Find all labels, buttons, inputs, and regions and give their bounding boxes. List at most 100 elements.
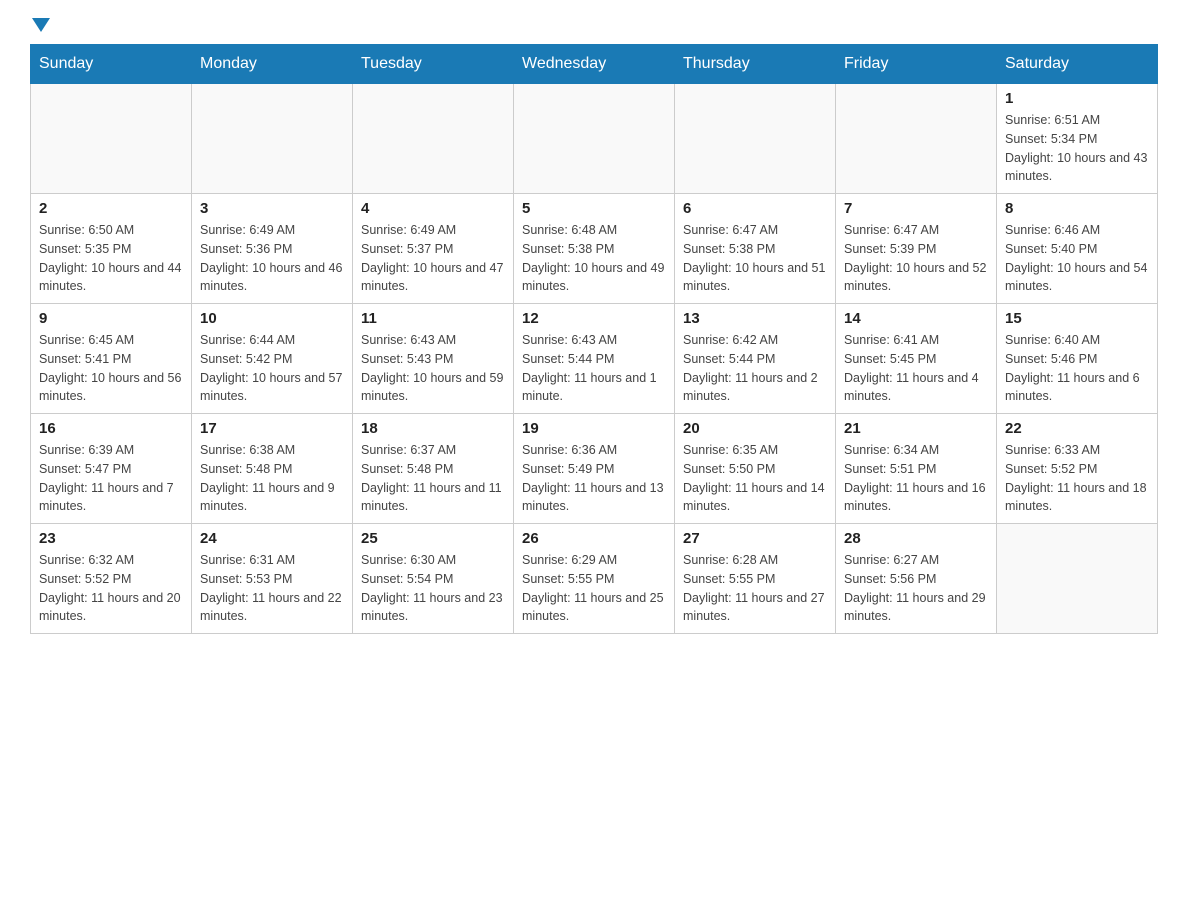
- day-number: 21: [844, 420, 988, 437]
- week-row-0: 1 Sunrise: 6:51 AM Sunset: 5:34 PM Daylig…: [31, 84, 1158, 194]
- day-info: Sunrise: 6:48 AM Sunset: 5:38 PM Dayligh…: [522, 221, 666, 296]
- calendar-cell: 23 Sunrise: 6:32 AM Sunset: 5:52 PM Dayli…: [31, 524, 192, 634]
- calendar-cell: [997, 524, 1158, 634]
- calendar-cell: [353, 84, 514, 194]
- day-info: Sunrise: 6:40 AM Sunset: 5:46 PM Dayligh…: [1005, 331, 1149, 406]
- week-row-3: 16 Sunrise: 6:39 AM Sunset: 5:47 PM Dayli…: [31, 414, 1158, 524]
- calendar-cell: [192, 84, 353, 194]
- calendar-cell: 25 Sunrise: 6:30 AM Sunset: 5:54 PM Dayli…: [353, 524, 514, 634]
- calendar-cell: 26 Sunrise: 6:29 AM Sunset: 5:55 PM Dayli…: [514, 524, 675, 634]
- day-number: 25: [361, 530, 505, 547]
- week-row-1: 2 Sunrise: 6:50 AM Sunset: 5:35 PM Daylig…: [31, 194, 1158, 304]
- logo-triangle-icon: [32, 18, 50, 32]
- day-info: Sunrise: 6:34 AM Sunset: 5:51 PM Dayligh…: [844, 441, 988, 516]
- day-number: 6: [683, 200, 827, 217]
- day-number: 28: [844, 530, 988, 547]
- day-number: 14: [844, 310, 988, 327]
- day-number: 12: [522, 310, 666, 327]
- day-info: Sunrise: 6:45 AM Sunset: 5:41 PM Dayligh…: [39, 331, 183, 406]
- calendar-cell: 5Sunrise: 6:48 AM Sunset: 5:38 PM Daylig…: [514, 194, 675, 304]
- calendar-cell: 27 Sunrise: 6:28 AM Sunset: 5:55 PM Dayli…: [675, 524, 836, 634]
- calendar-cell: 2 Sunrise: 6:50 AM Sunset: 5:35 PM Daylig…: [31, 194, 192, 304]
- day-header-friday: Friday: [836, 45, 997, 84]
- day-header-sunday: Sunday: [31, 45, 192, 84]
- day-number: 16: [39, 420, 183, 437]
- day-info: Sunrise: 6:41 AM Sunset: 5:45 PM Dayligh…: [844, 331, 988, 406]
- day-info: Sunrise: 6:28 AM Sunset: 5:55 PM Dayligh…: [683, 551, 827, 626]
- day-info: Sunrise: 6:38 AM Sunset: 5:48 PM Dayligh…: [200, 441, 344, 516]
- day-info: Sunrise: 6:31 AM Sunset: 5:53 PM Dayligh…: [200, 551, 344, 626]
- day-number: 2: [39, 200, 183, 217]
- day-number: 24: [200, 530, 344, 547]
- day-info: Sunrise: 6:47 AM Sunset: 5:38 PM Dayligh…: [683, 221, 827, 296]
- day-number: 18: [361, 420, 505, 437]
- day-number: 9: [39, 310, 183, 327]
- day-number: 23: [39, 530, 183, 547]
- calendar-cell: 22 Sunrise: 6:33 AM Sunset: 5:52 PM Dayli…: [997, 414, 1158, 524]
- calendar-cell: [514, 84, 675, 194]
- calendar-table: SundayMondayTuesdayWednesdayThursdayFrid…: [30, 44, 1158, 634]
- calendar-cell: 12 Sunrise: 6:43 AM Sunset: 5:44 PM Dayli…: [514, 304, 675, 414]
- calendar-cell: 19 Sunrise: 6:36 AM Sunset: 5:49 PM Dayli…: [514, 414, 675, 524]
- calendar-cell: 24 Sunrise: 6:31 AM Sunset: 5:53 PM Dayli…: [192, 524, 353, 634]
- day-info: Sunrise: 6:33 AM Sunset: 5:52 PM Dayligh…: [1005, 441, 1149, 516]
- day-info: Sunrise: 6:27 AM Sunset: 5:56 PM Dayligh…: [844, 551, 988, 626]
- calendar-cell: [836, 84, 997, 194]
- calendar-cell: 28 Sunrise: 6:27 AM Sunset: 5:56 PM Dayli…: [836, 524, 997, 634]
- day-number: 27: [683, 530, 827, 547]
- calendar-cell: 21 Sunrise: 6:34 AM Sunset: 5:51 PM Dayli…: [836, 414, 997, 524]
- day-info: Sunrise: 6:44 AM Sunset: 5:42 PM Dayligh…: [200, 331, 344, 406]
- week-row-4: 23 Sunrise: 6:32 AM Sunset: 5:52 PM Dayli…: [31, 524, 1158, 634]
- day-header-saturday: Saturday: [997, 45, 1158, 84]
- calendar-cell: 17 Sunrise: 6:38 AM Sunset: 5:48 PM Dayli…: [192, 414, 353, 524]
- calendar-header-row: SundayMondayTuesdayWednesdayThursdayFrid…: [31, 45, 1158, 84]
- day-number: 22: [1005, 420, 1149, 437]
- day-number: 26: [522, 530, 666, 547]
- day-number: 11: [361, 310, 505, 327]
- day-info: Sunrise: 6:30 AM Sunset: 5:54 PM Dayligh…: [361, 551, 505, 626]
- calendar-cell: 7Sunrise: 6:47 AM Sunset: 5:39 PM Daylig…: [836, 194, 997, 304]
- day-number: 4: [361, 200, 505, 217]
- calendar-cell: 1 Sunrise: 6:51 AM Sunset: 5:34 PM Daylig…: [997, 84, 1158, 194]
- day-info: Sunrise: 6:49 AM Sunset: 5:37 PM Dayligh…: [361, 221, 505, 296]
- calendar-cell: 6 Sunrise: 6:47 AM Sunset: 5:38 PM Daylig…: [675, 194, 836, 304]
- calendar-cell: [31, 84, 192, 194]
- day-info: Sunrise: 6:49 AM Sunset: 5:36 PM Dayligh…: [200, 221, 344, 296]
- day-header-monday: Monday: [192, 45, 353, 84]
- calendar-cell: 18Sunrise: 6:37 AM Sunset: 5:48 PM Dayli…: [353, 414, 514, 524]
- day-number: 17: [200, 420, 344, 437]
- calendar-cell: 8 Sunrise: 6:46 AM Sunset: 5:40 PM Daylig…: [997, 194, 1158, 304]
- day-info: Sunrise: 6:50 AM Sunset: 5:35 PM Dayligh…: [39, 221, 183, 296]
- day-number: 8: [1005, 200, 1149, 217]
- page-header: [30, 20, 1158, 34]
- calendar-cell: 15 Sunrise: 6:40 AM Sunset: 5:46 PM Dayli…: [997, 304, 1158, 414]
- calendar-cell: 14 Sunrise: 6:41 AM Sunset: 5:45 PM Dayli…: [836, 304, 997, 414]
- calendar-cell: 16 Sunrise: 6:39 AM Sunset: 5:47 PM Dayli…: [31, 414, 192, 524]
- day-info: Sunrise: 6:29 AM Sunset: 5:55 PM Dayligh…: [522, 551, 666, 626]
- day-header-thursday: Thursday: [675, 45, 836, 84]
- calendar-cell: 11Sunrise: 6:43 AM Sunset: 5:43 PM Dayli…: [353, 304, 514, 414]
- calendar-cell: 3Sunrise: 6:49 AM Sunset: 5:36 PM Daylig…: [192, 194, 353, 304]
- calendar-cell: 4 Sunrise: 6:49 AM Sunset: 5:37 PM Daylig…: [353, 194, 514, 304]
- calendar-cell: 10 Sunrise: 6:44 AM Sunset: 5:42 PM Dayli…: [192, 304, 353, 414]
- day-info: Sunrise: 6:32 AM Sunset: 5:52 PM Dayligh…: [39, 551, 183, 626]
- day-number: 20: [683, 420, 827, 437]
- day-number: 7: [844, 200, 988, 217]
- day-info: Sunrise: 6:42 AM Sunset: 5:44 PM Dayligh…: [683, 331, 827, 406]
- day-info: Sunrise: 6:43 AM Sunset: 5:44 PM Dayligh…: [522, 331, 666, 406]
- day-number: 1: [1005, 90, 1149, 107]
- calendar-cell: 13Sunrise: 6:42 AM Sunset: 5:44 PM Dayli…: [675, 304, 836, 414]
- day-number: 10: [200, 310, 344, 327]
- day-info: Sunrise: 6:35 AM Sunset: 5:50 PM Dayligh…: [683, 441, 827, 516]
- calendar-cell: 9 Sunrise: 6:45 AM Sunset: 5:41 PM Daylig…: [31, 304, 192, 414]
- day-info: Sunrise: 6:46 AM Sunset: 5:40 PM Dayligh…: [1005, 221, 1149, 296]
- day-info: Sunrise: 6:39 AM Sunset: 5:47 PM Dayligh…: [39, 441, 183, 516]
- week-row-2: 9 Sunrise: 6:45 AM Sunset: 5:41 PM Daylig…: [31, 304, 1158, 414]
- day-info: Sunrise: 6:36 AM Sunset: 5:49 PM Dayligh…: [522, 441, 666, 516]
- day-header-tuesday: Tuesday: [353, 45, 514, 84]
- calendar-cell: [675, 84, 836, 194]
- day-number: 19: [522, 420, 666, 437]
- calendar-cell: 20 Sunrise: 6:35 AM Sunset: 5:50 PM Dayli…: [675, 414, 836, 524]
- day-number: 15: [1005, 310, 1149, 327]
- day-info: Sunrise: 6:51 AM Sunset: 5:34 PM Dayligh…: [1005, 111, 1149, 186]
